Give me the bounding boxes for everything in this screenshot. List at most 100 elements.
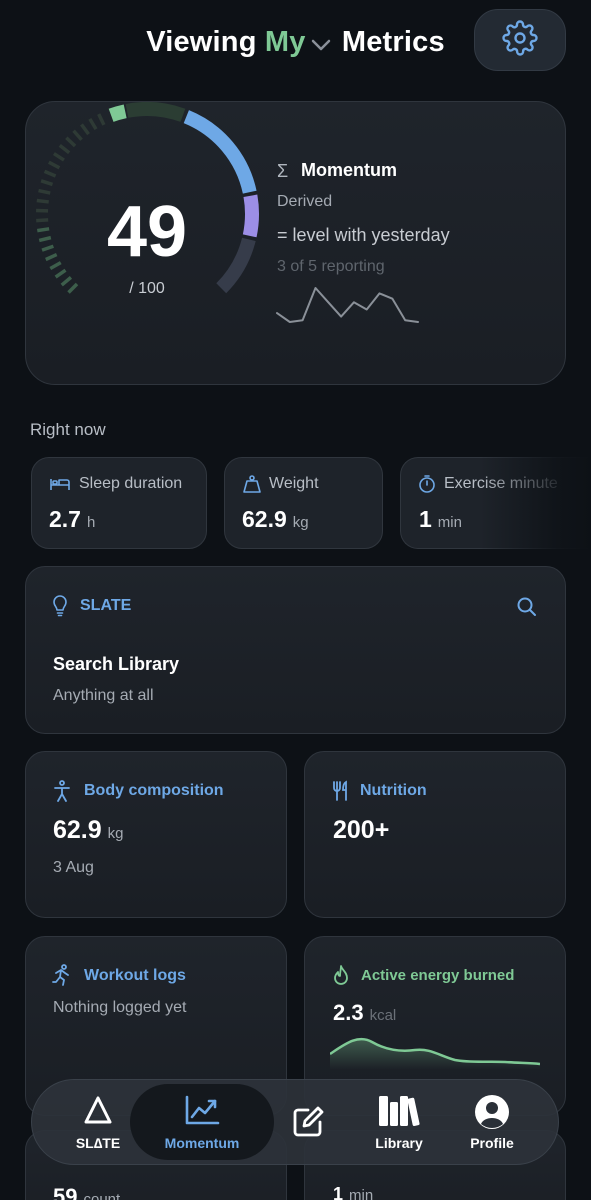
minutes-value-number: 1 (333, 1184, 344, 1200)
gauge-tick (58, 143, 71, 155)
gauge-tick (45, 252, 58, 262)
workout-logs-empty: Nothing logged yet (53, 999, 187, 1016)
momentum-trend: = level with yesterday (277, 225, 450, 245)
gauge-tick (36, 227, 50, 233)
active-energy-value: 2.3 kcal (333, 1000, 396, 1026)
gauge-segment-green (108, 104, 127, 122)
minutes-value-unit: min (349, 1187, 374, 1200)
sleep-duration-chip[interactable]: Sleep duration 2.7 h (31, 457, 207, 549)
flame-icon (332, 964, 350, 991)
nav-label: Library (375, 1135, 423, 1151)
books-icon (377, 1096, 421, 1131)
fork-knife-icon (332, 780, 350, 807)
momentum-reporting: 3 of 5 reporting (277, 258, 385, 275)
energy-value-number: 2.3 (333, 1000, 364, 1025)
gear-icon (502, 19, 538, 61)
scroll-fade (480, 450, 591, 560)
person-icon (474, 1095, 510, 1133)
gauge-tick (54, 268, 67, 279)
gauge-segment-dark (216, 237, 256, 294)
gauge-tick (72, 129, 83, 141)
steps-value: 59 count (53, 1184, 120, 1200)
gauge-tick (88, 117, 98, 131)
gauge-tick (49, 261, 62, 271)
momentum-sparkline (276, 287, 419, 323)
body-figure-icon (52, 780, 72, 807)
active-energy-sparkline (330, 1037, 540, 1070)
nav-item-slate[interactable]: SL∆TE (58, 1094, 138, 1151)
chip-unit: min (437, 514, 462, 531)
gauge-tick (36, 198, 49, 204)
energy-value-unit: kcal (369, 1007, 397, 1024)
chip-value: 1 min (419, 506, 462, 533)
gauge-segment-track (125, 102, 186, 122)
nav-label: Profile (470, 1135, 514, 1151)
sparkline-series (276, 287, 419, 323)
trend-chart-icon (184, 1095, 220, 1129)
sigma-icon: Σ (277, 161, 289, 181)
slate-title: SLATE (80, 597, 132, 614)
momentum-score-max: / 100 (129, 280, 165, 297)
gauge-tick (36, 218, 49, 223)
compose-icon (290, 1106, 326, 1143)
chip-label: Sleep duration (79, 475, 183, 492)
settings-button[interactable] (474, 9, 566, 71)
chip-number: 2.7 (49, 506, 81, 532)
title-metrics: Metrics (341, 26, 445, 58)
steps-value-number: 59 (53, 1184, 78, 1200)
nav-label: SL∆TE (75, 1135, 121, 1151)
nav-item-compose[interactable] (286, 1104, 330, 1143)
gauge-tick (65, 136, 77, 148)
momentum-gauge (35, 102, 259, 294)
nav-item-library[interactable]: Library (364, 1094, 434, 1151)
nav-item-momentum[interactable]: Momentum (152, 1094, 252, 1151)
nutrition-value: 200+ (333, 816, 390, 844)
body-value-number: 62.9 (53, 816, 102, 844)
scale-icon (242, 474, 262, 499)
gauge-segment-blue (183, 110, 257, 194)
momentum-title: Momentum (301, 160, 397, 180)
gauge-tick (60, 276, 73, 287)
body-value-unit: kg (107, 825, 124, 842)
active-energy-title: Active energy burned (361, 967, 515, 984)
chip-value: 2.7 h (49, 506, 95, 533)
search-library-title[interactable]: Search Library (53, 654, 179, 675)
runner-icon (52, 964, 72, 991)
gauge-tick (40, 179, 54, 187)
chip-number: 1 (419, 506, 432, 532)
weight-chip[interactable]: Weight 62.9 kg (224, 457, 383, 549)
body-composition-title: Body composition (84, 782, 224, 799)
body-composition-date: 3 Aug (53, 859, 94, 876)
gauge-tick (47, 160, 61, 170)
chip-number: 62.9 (242, 506, 287, 532)
stopwatch-icon (417, 474, 437, 499)
chip-unit: h (86, 514, 96, 531)
chip-label: Weight (269, 475, 319, 492)
gauge-tick (43, 169, 57, 178)
lightbulb-icon (51, 595, 69, 622)
gauge-tick (52, 152, 65, 162)
nav-label: Momentum (164, 1135, 240, 1151)
gauge-tick (41, 244, 54, 252)
nutrition-title: Nutrition (360, 782, 427, 799)
body-composition-value: 62.9 kg (53, 816, 124, 845)
search-icon[interactable] (516, 596, 538, 623)
slate-search-card[interactable] (25, 566, 566, 734)
right-now-heading: Right now (30, 420, 106, 439)
chevron-down-icon (310, 21, 332, 65)
gauge-tick (38, 188, 51, 195)
steps-value-unit: count (83, 1191, 121, 1200)
minutes-value: 1 min (333, 1184, 373, 1200)
nav-item-profile[interactable]: Profile (460, 1094, 524, 1151)
gauge-tick (97, 113, 106, 126)
gauge-tick (80, 123, 90, 136)
gauge-segment-purple (242, 194, 259, 238)
momentum-score: 49 (106, 192, 188, 272)
workout-logs-title: Workout logs (84, 967, 186, 984)
delta-icon (82, 1096, 114, 1129)
bed-icon (49, 475, 71, 498)
search-placeholder[interactable]: Anything at all (53, 687, 154, 705)
chip-unit: kg (292, 514, 309, 531)
momentum-derived-label: Derived (277, 193, 333, 210)
gauge-tick (38, 235, 52, 243)
